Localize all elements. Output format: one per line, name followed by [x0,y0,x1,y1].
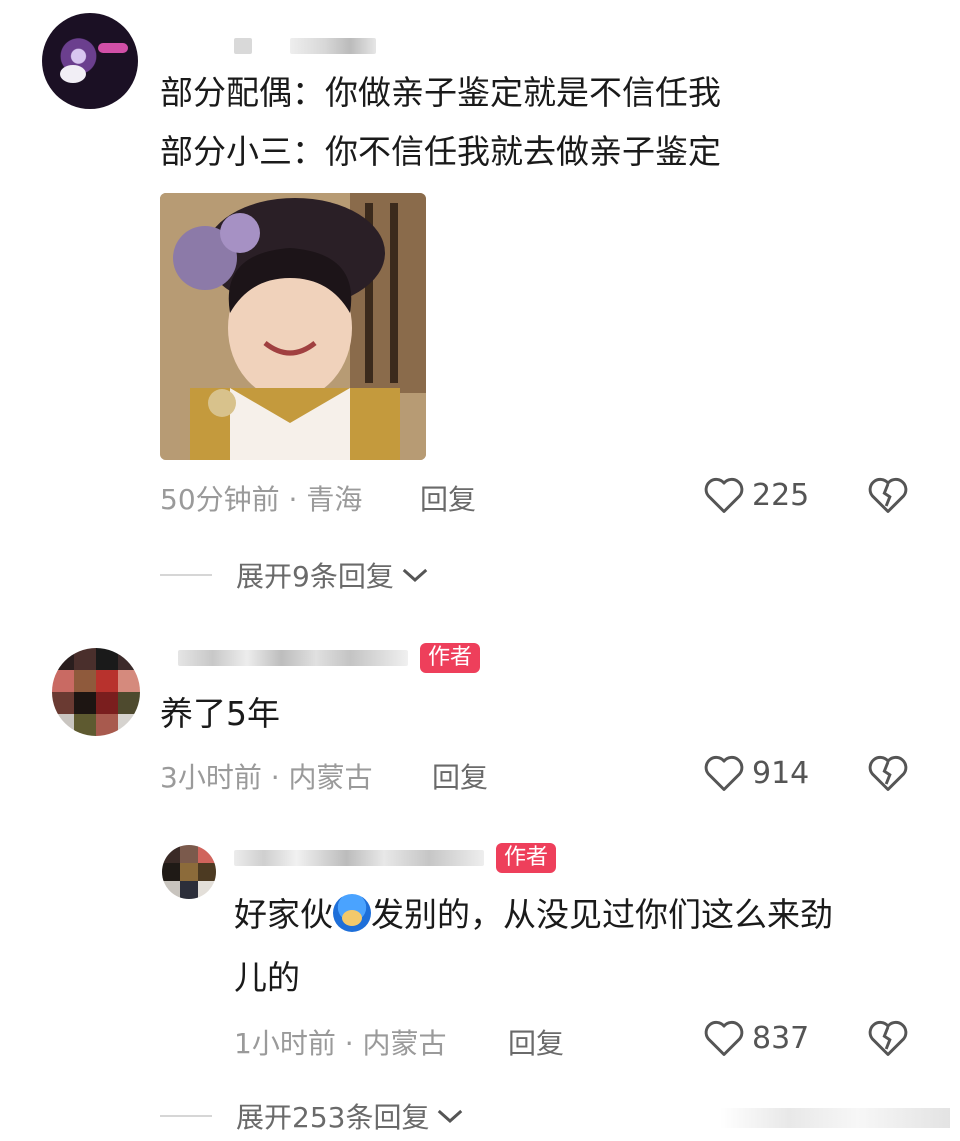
chevron-down-icon [402,568,428,583]
dislike-button[interactable] [866,1017,910,1063]
heart-outline-icon [704,1020,744,1056]
username-blurred[interactable] [290,38,376,54]
like-count: 914 [752,755,810,791]
comment-text: 部分小三：你不信任我就去做亲子鉴定 [160,132,721,171]
author-badge: 作者 [496,843,557,873]
avatar[interactable] [52,648,140,736]
username-blurred[interactable] [234,38,252,54]
emoji-icon [333,894,371,932]
reply-button[interactable]: 回复 [420,478,476,518]
reply-button[interactable]: 回复 [432,756,488,796]
broken-heart-icon [868,755,908,791]
expand-replies-label: 展开253条回复 [236,1101,430,1134]
expand-replies-button[interactable]: 展开253条回复 [160,1096,465,1136]
like-count: 837 [752,1020,810,1056]
like-button[interactable]: 837 [702,1017,809,1059]
divider [160,1115,212,1117]
divider [160,574,212,576]
comment-text-part: 发别的，从没见过你们这么来劲 [371,895,833,934]
comment-text: 养了5年 [160,694,280,733]
dislike-button[interactable] [866,474,910,520]
comment-time-location: 1小时前 · 内蒙古 [234,1027,447,1060]
comment-text-part: 好家伙 [234,895,333,934]
expand-replies-button[interactable]: 展开9条回复 [160,555,430,595]
avatar-detail [60,65,86,83]
heart-outline-icon [704,477,744,513]
comment-time-location: 50分钟前 · 青海 [160,483,363,516]
avatar[interactable] [42,13,138,109]
avatar[interactable] [162,845,216,899]
chevron-down-icon [438,1109,463,1124]
username-blurred[interactable] [178,650,408,666]
avatar-detail [98,43,128,53]
comment-text: 部分配偶：你做亲子鉴定就是不信任我 [160,73,721,112]
dislike-button[interactable] [866,752,910,798]
expand-replies-label: 展开9条回复 [236,560,394,593]
like-button[interactable]: 914 [702,752,809,794]
watermark [720,1108,950,1128]
reply-button[interactable]: 回复 [508,1022,564,1062]
comment-image[interactable] [160,193,426,460]
like-count: 225 [752,477,810,513]
broken-heart-icon [868,477,908,513]
author-badge: 作者 [420,643,481,673]
comment-image-art [160,193,426,460]
like-button[interactable]: 225 [702,474,809,516]
broken-heart-icon [868,1020,908,1056]
comment-time-location: 3小时前 · 内蒙古 [160,761,373,794]
username-blurred[interactable] [234,850,484,866]
heart-outline-icon [704,755,744,791]
comment-text: 好家伙 发别的，从没见过你们这么来劲 [234,894,833,937]
comment-text: 儿的 [234,958,300,997]
